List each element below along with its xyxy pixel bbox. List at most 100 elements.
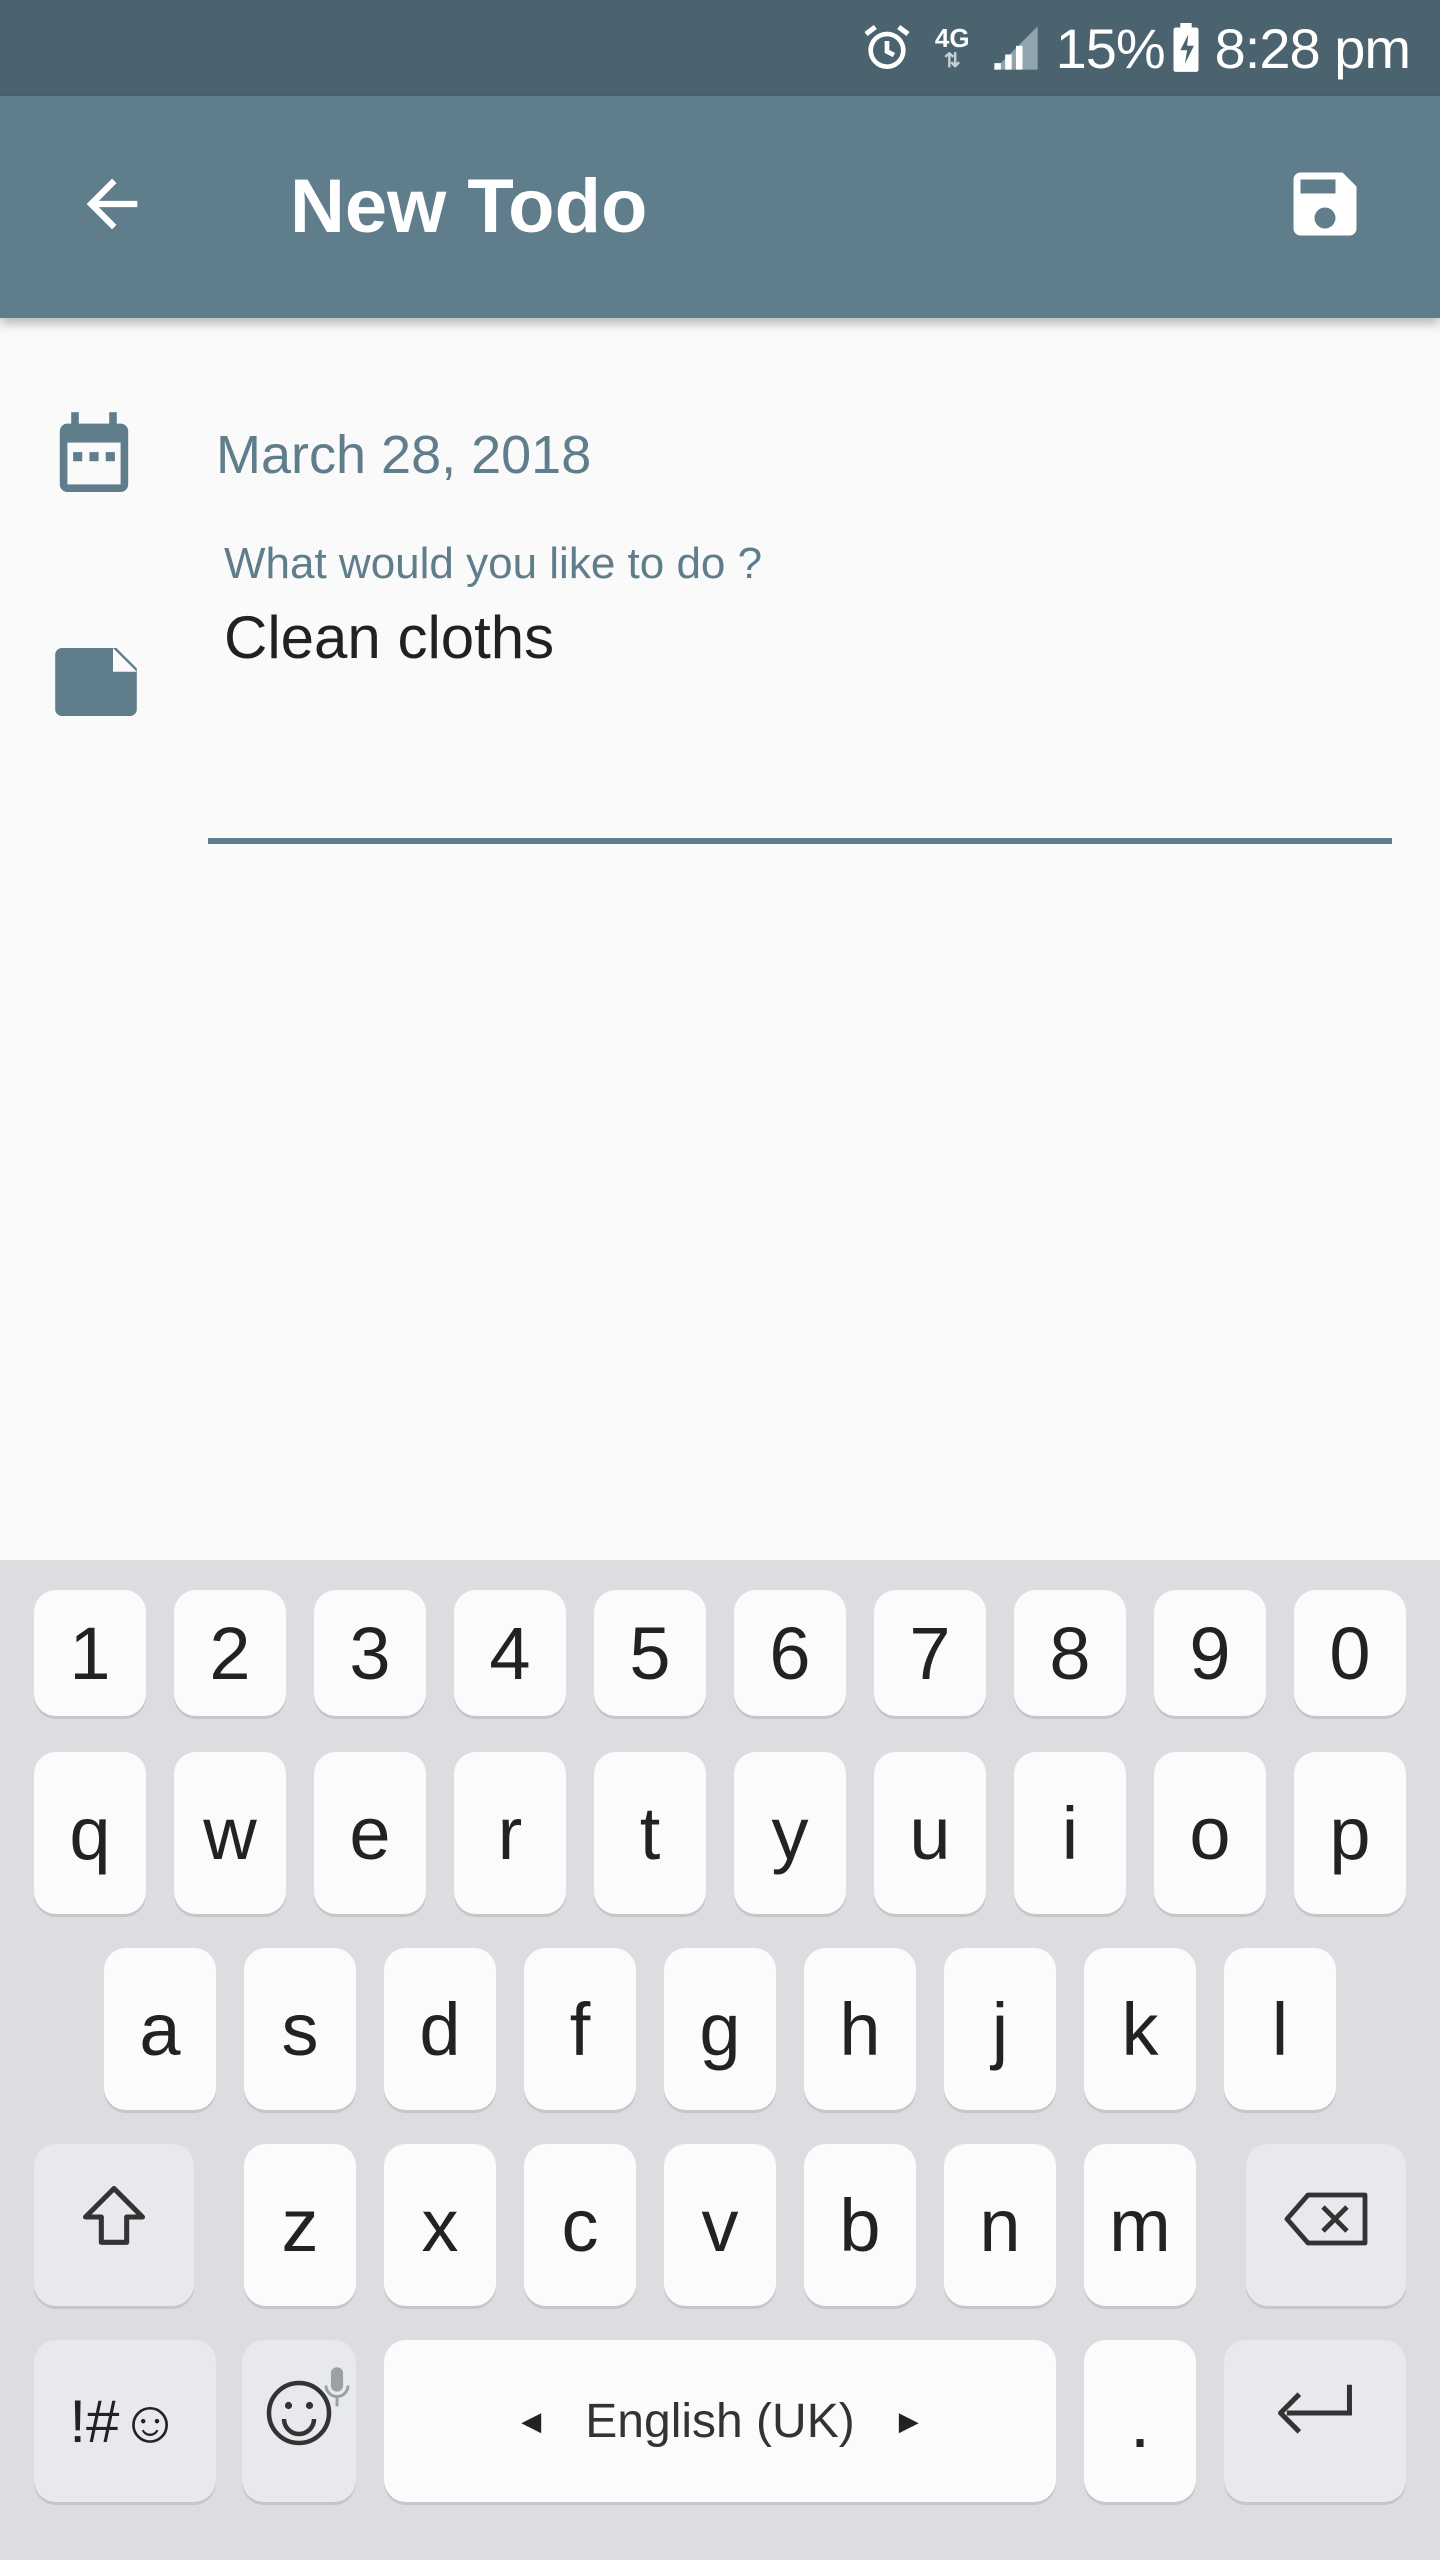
number-key-0[interactable]: 0 [1294, 1590, 1406, 1716]
shift-key[interactable] [34, 2144, 194, 2306]
signal-icon [990, 22, 1042, 74]
floppy-save-icon [1283, 162, 1367, 251]
status-time: 8:28 pm [1214, 16, 1411, 80]
letter-key-n[interactable]: n [944, 2144, 1056, 2306]
key-label: x [421, 2183, 459, 2267]
letter-key-e[interactable]: e [314, 1752, 426, 1914]
key-label: 2 [209, 1611, 251, 1695]
letter-key-h[interactable]: h [804, 1948, 916, 2110]
letter-key-u[interactable]: u [874, 1752, 986, 1914]
number-key-4[interactable]: 4 [454, 1590, 566, 1716]
key-label: j [991, 1987, 1009, 2071]
task-input-underline [208, 838, 1392, 844]
key-label: 1 [69, 1611, 111, 1695]
language-next-icon: ▶ [898, 2405, 919, 2436]
letter-key-l[interactable]: l [1224, 1948, 1336, 2110]
letter-key-m[interactable]: m [1084, 2144, 1196, 2306]
key-label: g [699, 1987, 741, 2071]
key-label: d [419, 1987, 461, 2071]
enter-icon [1268, 2378, 1362, 2465]
period-key[interactable]: . [1084, 2340, 1196, 2502]
key-label: v [701, 2183, 739, 2267]
space-key-label: English (UK) [585, 2394, 855, 2448]
key-label: b [839, 2183, 881, 2267]
emoji-key[interactable] [242, 2340, 356, 2502]
number-key-2[interactable]: 2 [174, 1590, 286, 1716]
alarm-icon [859, 20, 915, 76]
letter-key-c[interactable]: c [524, 2144, 636, 2306]
status-bar: 4G ⇅ 15% 8:28 pm [0, 0, 1440, 96]
letter-key-f[interactable]: f [524, 1948, 636, 2110]
letter-key-y[interactable]: y [734, 1752, 846, 1914]
task-field-label: What would you like to do ? [224, 539, 763, 588]
letter-key-x[interactable]: x [384, 2144, 496, 2306]
key-label: a [139, 1987, 181, 2071]
key-label: m [1109, 2183, 1171, 2267]
letter-key-o[interactable]: o [1154, 1752, 1266, 1914]
letter-key-r[interactable]: r [454, 1752, 566, 1914]
letter-key-p[interactable]: p [1294, 1752, 1406, 1914]
key-label: n [979, 2183, 1021, 2267]
key-label: 6 [769, 1611, 811, 1695]
shift-icon [76, 2179, 152, 2272]
letter-key-q[interactable]: q [34, 1752, 146, 1914]
number-key-6[interactable]: 6 [734, 1590, 846, 1716]
number-key-5[interactable]: 5 [594, 1590, 706, 1716]
key-label: h [839, 1987, 881, 2071]
letter-key-g[interactable]: g [664, 1948, 776, 2110]
back-button[interactable] [62, 156, 162, 256]
mic-icon [322, 2342, 352, 2427]
battery-charging-icon [1171, 23, 1201, 73]
symbols-key[interactable]: !#☺ [34, 2340, 216, 2502]
key-label: 8 [1049, 1611, 1091, 1695]
key-label: w [203, 1791, 257, 1875]
key-label: l [1271, 1987, 1289, 2071]
letter-key-w[interactable]: w [174, 1752, 286, 1914]
key-label: r [497, 1791, 523, 1875]
letter-key-i[interactable]: i [1014, 1752, 1126, 1914]
letter-key-k[interactable]: k [1084, 1948, 1196, 2110]
key-label: 0 [1329, 1611, 1371, 1695]
letter-key-j[interactable]: j [944, 1948, 1056, 2110]
key-label: k [1121, 1987, 1159, 2071]
date-picker-field[interactable]: March 28, 2018 [216, 420, 591, 490]
letter-key-z[interactable]: z [244, 2144, 356, 2306]
letter-key-v[interactable]: v [664, 2144, 776, 2306]
key-label: p [1329, 1791, 1371, 1875]
page-title: New Todo [290, 164, 648, 249]
number-key-3[interactable]: 3 [314, 1590, 426, 1716]
save-button[interactable] [1270, 156, 1380, 256]
number-key-7[interactable]: 7 [874, 1590, 986, 1716]
task-input[interactable]: Clean cloths [224, 600, 554, 676]
key-label: s [281, 1987, 319, 2071]
soft-keyboard: 1234567890 qwertyuiop asdfghjkl zxcvbnm … [0, 1560, 1440, 2560]
letter-key-b[interactable]: b [804, 2144, 916, 2306]
key-label: c [561, 2183, 599, 2267]
key-label: 4 [489, 1611, 531, 1695]
key-label: 5 [629, 1611, 671, 1695]
arrow-back-icon [74, 166, 150, 247]
network-4g-icon: 4G ⇅ [934, 23, 970, 72]
key-label: o [1189, 1791, 1231, 1875]
key-label: 7 [909, 1611, 951, 1695]
number-key-9[interactable]: 9 [1154, 1590, 1266, 1716]
network-label: 4G [934, 23, 970, 53]
enter-key[interactable] [1224, 2340, 1406, 2502]
letter-key-d[interactable]: d [384, 1948, 496, 2110]
number-key-8[interactable]: 8 [1014, 1590, 1126, 1716]
backspace-key[interactable] [1246, 2144, 1406, 2306]
period-key-label: . [1129, 2379, 1151, 2463]
letter-key-s[interactable]: s [244, 1948, 356, 2110]
app-bar: New Todo [0, 96, 1440, 318]
space-key[interactable]: ◀ English (UK) ▶ [384, 2340, 1056, 2502]
key-label: z [281, 2183, 319, 2267]
language-prev-icon: ◀ [521, 2405, 542, 2436]
key-label: t [639, 1791, 661, 1875]
battery-percent: 15% [1055, 16, 1166, 80]
number-key-1[interactable]: 1 [34, 1590, 146, 1716]
letter-key-a[interactable]: a [104, 1948, 216, 2110]
key-label: y [771, 1791, 809, 1875]
note-icon [55, 648, 137, 721]
symbols-key-label: !#☺ [69, 2387, 181, 2455]
letter-key-t[interactable]: t [594, 1752, 706, 1914]
